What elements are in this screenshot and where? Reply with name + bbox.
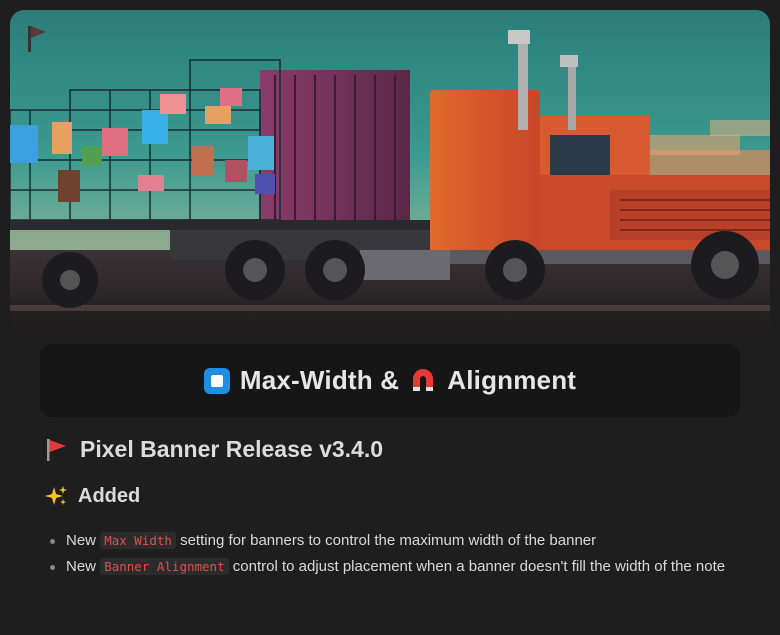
stop-button-icon [203,367,230,394]
release-title: Pixel Banner Release v3.4.0 [80,436,384,462]
red-flag-icon [47,438,66,461]
banner-image [10,10,770,355]
list-item: New Banner Alignment control to adjust p… [50,555,740,579]
banner-title-card: Max-Width & Alignment [40,344,740,417]
inline-code: Banner Alignment [100,558,229,575]
title-part-1: Max-Width & [239,365,400,395]
magnet-icon [413,368,434,391]
sparkles-icon [45,486,67,505]
list-item: New Max Width setting for banners to con… [50,529,740,553]
changelog-list: New Max Width setting for banners to con… [50,529,740,581]
inline-code: Max Width [100,532,176,549]
truck-illustration [10,10,770,355]
added-title: Added [78,484,141,507]
release-heading: Pixel Banner Release v3.4.0 [44,436,383,463]
title-part-2: Alignment [447,365,577,395]
added-heading: Added [44,484,140,508]
